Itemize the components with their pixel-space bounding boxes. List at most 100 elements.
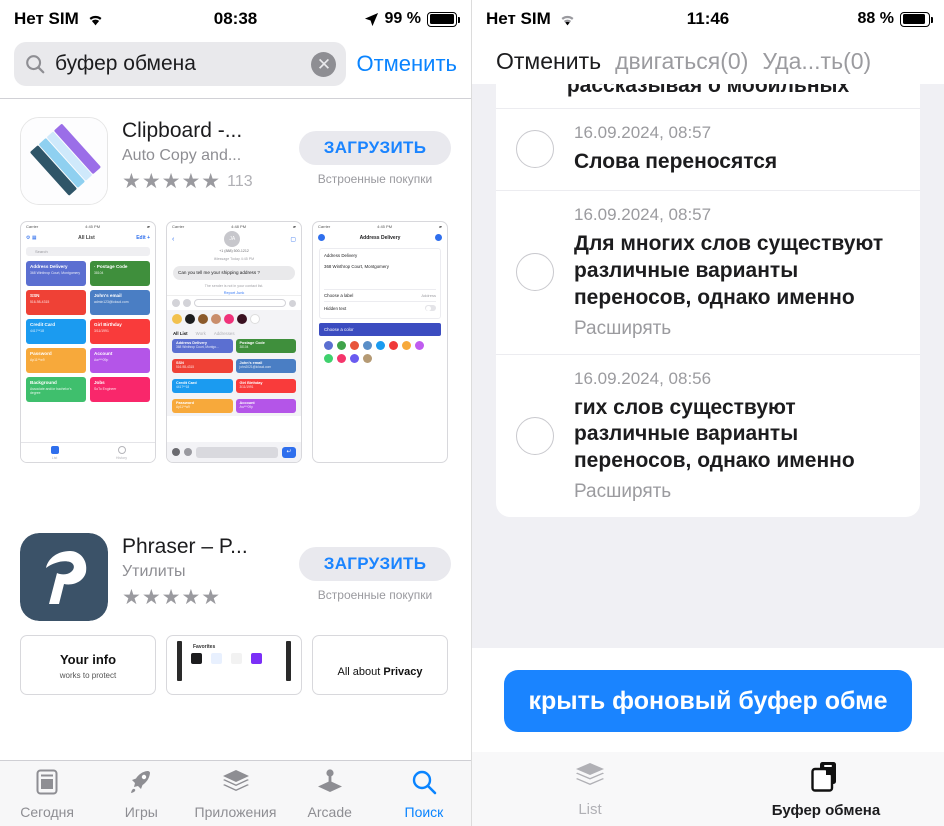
search-cancel-button[interactable]: Отменить <box>356 51 457 77</box>
carrier-label: Нет SIM <box>486 9 551 28</box>
clipboard-app-icon <box>20 117 108 205</box>
rocket-icon <box>127 768 155 801</box>
mini-status-bar: Carrier 4:45 PM ▰ <box>21 222 155 231</box>
mini-gear-icon: ⚙ ▦ <box>26 234 37 241</box>
select-radio[interactable] <box>516 253 554 292</box>
mini-card: Account Aw***09p <box>90 348 150 373</box>
app-screenshot-4[interactable]: Your info works to protect <box>20 635 156 695</box>
app-screenshot-2[interactable]: Carrier 4:48 PM ▰ ‹ JA ▢ +1 (888) 500-12… <box>166 221 302 463</box>
settings-icon <box>184 448 192 456</box>
tab-label: Приложения <box>194 803 277 820</box>
in-app-purchase-note: Встроенные покупки <box>317 588 433 602</box>
tab-label: Поиск <box>404 803 444 820</box>
table-row[interactable]: 16.09.2024, 08:56 гих слов существуют ра… <box>496 353 920 518</box>
item-date: 16.09.2024, 08:56 <box>574 368 712 388</box>
search-input-value: буфер обмена <box>55 52 196 75</box>
battery-percent-label: 88 % <box>857 10 894 27</box>
open-background-clipboard-button[interactable]: крыть фоновый буфер обме <box>504 670 912 732</box>
status-bar-left-group: Нет SIM <box>486 9 577 29</box>
cancel-button[interactable]: Отменить <box>496 48 601 75</box>
tab-clipboard[interactable]: Буфер обмена <box>708 760 944 819</box>
app-dot-icon <box>172 314 182 325</box>
search-icon <box>410 768 438 801</box>
app-screenshot-3[interactable]: Carrier 4:45 PM ▰ Address Delivery Addre… <box>312 221 448 463</box>
app-screenshot-1[interactable]: Carrier 4:45 PM ▰ ⚙ ▦ All List Edit + Se… <box>20 221 156 463</box>
mini-phone: +1 (888) 500-1212 <box>219 249 249 253</box>
phraser-app-icon <box>20 533 108 621</box>
mini-app-strip <box>167 310 301 329</box>
move-button[interactable]: двигаться(0) <box>615 48 748 75</box>
mini-card: Address Delivery 368 Winthrop Court, Mont… <box>172 339 233 354</box>
tab-apps[interactable]: Приложения <box>188 761 282 826</box>
tab-games[interactable]: Игры <box>94 761 188 826</box>
mini-tab-list: List <box>21 443 88 462</box>
mini-card: John's email admin123@icloud.com <box>90 290 150 315</box>
tab-search[interactable]: Поиск <box>377 761 471 826</box>
mini-video-icon: ▢ <box>290 236 296 243</box>
tab-label: Arcade <box>307 803 352 820</box>
list-item-partial[interactable]: рассказывая о мобильных <box>496 84 920 108</box>
app-screenshot-5[interactable]: Favorites <box>166 635 302 695</box>
mini-card: Password Ap11**w9 <box>172 399 233 414</box>
tab-arcade[interactable]: Arcade <box>283 761 377 826</box>
mini-detail-box: Address Delivery 368 Winthrop Court, Mon… <box>319 248 441 319</box>
select-radio[interactable] <box>516 416 554 455</box>
app-subtitle: Утилиты <box>122 563 186 580</box>
mini-back-icon: ‹ <box>172 235 175 243</box>
color-swatch <box>389 341 398 350</box>
table-row[interactable]: 16.09.2024, 08:57 Слова переносятся <box>496 108 920 190</box>
app-dot-icon <box>237 314 247 325</box>
mini-card: Address Delivery 368 Winthrop Court, Mont… <box>26 261 86 286</box>
clipboard-manager-screen: Нет SIM 11:46 88 % Отменить двигаться(0)… <box>472 0 944 826</box>
mini-time: 4:45 PM <box>85 224 101 229</box>
mini-card-grid: Address Delivery 368 Winthrop Court, Mont… <box>21 259 155 404</box>
color-swatch <box>324 354 333 363</box>
search-bar: буфер обмена ✕ Отменить <box>0 38 471 98</box>
google-icon <box>231 653 242 664</box>
tab-today[interactable]: Сегодня <box>0 761 94 826</box>
delete-button[interactable]: Уда...ть(0) <box>762 48 871 75</box>
select-radio[interactable] <box>516 130 554 169</box>
tab-label: Сегодня <box>20 803 74 820</box>
mini-detail-title-field: Address Delivery <box>324 253 358 258</box>
download-button[interactable]: ЗАГРУЗИТЬ <box>299 131 451 165</box>
table-row[interactable]: 16.09.2024, 08:57 Для многих слов сущест… <box>496 189 920 354</box>
app-screenshot-6[interactable]: All about Privacy <box>312 635 448 695</box>
tab-label: Игры <box>124 803 158 820</box>
screenshot-headline: Your info <box>59 652 117 667</box>
download-button[interactable]: ЗАГРУЗИТЬ <box>299 547 451 581</box>
mini-carrier: Carrier <box>172 224 185 229</box>
app-result-row[interactable]: Phraser – P... Утилиты ★★★★★ ЗАГРУЗИТЬ В… <box>0 463 471 621</box>
mini-detail-title: Address Delivery <box>359 234 401 241</box>
close-icon <box>318 234 325 241</box>
expand-link[interactable]: Расширять <box>574 481 900 503</box>
mini-color-swatches <box>319 336 441 368</box>
mini-detail-nav: Address Delivery <box>313 231 447 244</box>
status-bar-left: Нет SIM 08:38 99 % <box>0 0 471 38</box>
app-screenshots-strip: Carrier 4:45 PM ▰ ⚙ ▦ All List Edit + Se… <box>0 205 471 463</box>
clear-icon[interactable]: ✕ <box>311 51 337 77</box>
browser-icon <box>211 653 222 664</box>
app-result-row[interactable]: Clipboard -... Auto Copy and... ★★★★★ 11… <box>0 99 471 205</box>
in-app-purchase-note: Встроенные покупки <box>317 172 433 186</box>
mini-list-title: All List <box>78 234 95 241</box>
battery-percent-label: 99 % <box>384 10 421 27</box>
mini-input <box>196 446 278 458</box>
tab-label: Буфер обмена <box>771 801 881 819</box>
apps-icon <box>183 299 191 308</box>
mini-send-row: ↵ <box>167 442 301 462</box>
item-text: рассказывая о мобильных <box>566 84 850 97</box>
search-input[interactable]: буфер обмена ✕ <box>14 42 347 86</box>
app-name: Clipboard -... <box>122 119 243 142</box>
row-content: 16.09.2024, 08:57 Для многих слов сущест… <box>574 205 900 340</box>
wifi-icon <box>558 12 577 26</box>
clipboard-list[interactable]: рассказывая о мобильных 16.09.2024, 08:5… <box>472 84 944 648</box>
expand-link[interactable]: Расширять <box>574 318 900 340</box>
stack-icon <box>573 761 607 796</box>
mini-chat-note: The sender is not in your contact list. <box>204 284 264 289</box>
tab-list[interactable]: List <box>472 761 708 818</box>
dual-screenshot-container: Нет SIM 08:38 99 % буфер обмена ✕ Отмени… <box>0 0 944 826</box>
battery-full-icon <box>427 11 461 27</box>
app-dot-icon <box>250 314 260 325</box>
mini-card: Credit Card 4417**18 <box>26 319 86 344</box>
